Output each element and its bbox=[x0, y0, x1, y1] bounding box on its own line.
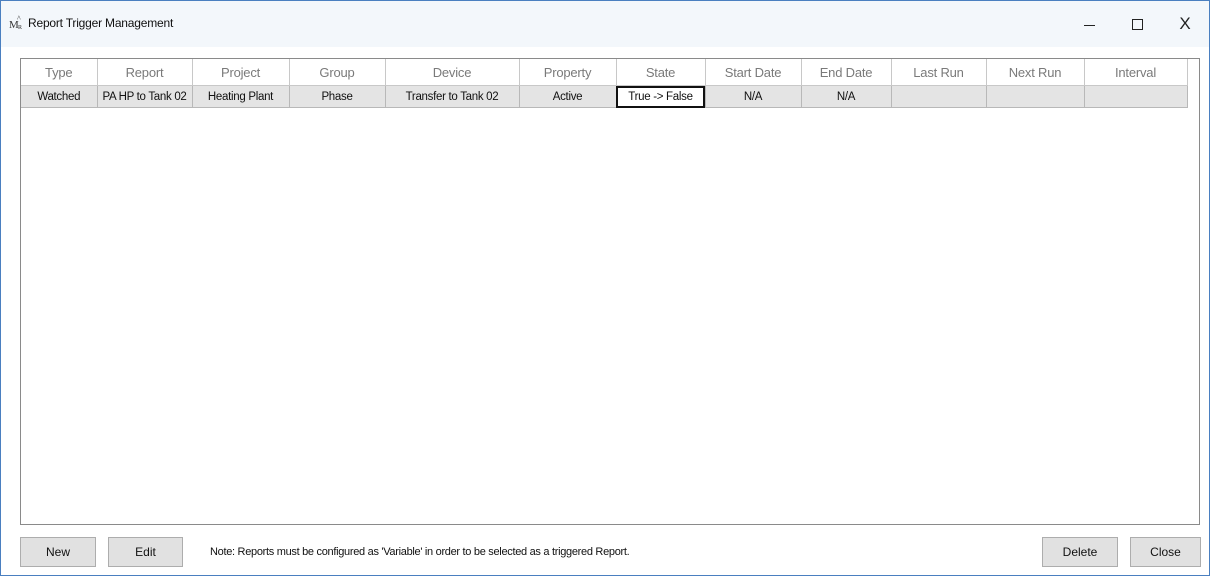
column-header-report[interactable]: Report bbox=[97, 59, 193, 86]
cell-end-date[interactable]: N/A bbox=[801, 85, 892, 108]
configuration-note: Note: Reports must be configured as 'Var… bbox=[210, 546, 630, 558]
column-header-start-date[interactable]: Start Date bbox=[705, 59, 802, 86]
header-row: Type Report Project Group Device Propert… bbox=[21, 59, 1188, 86]
triggers-table: Type Report Project Group Device Propert… bbox=[21, 59, 1188, 108]
column-header-interval[interactable]: Interval bbox=[1084, 59, 1188, 86]
cell-project[interactable]: Heating Plant bbox=[192, 85, 290, 108]
close-icon: X bbox=[1179, 14, 1191, 33]
title-bar[interactable]: M ^ R Report Trigger Management X bbox=[1, 1, 1209, 47]
column-header-end-date[interactable]: End Date bbox=[801, 59, 892, 86]
cell-next-run[interactable] bbox=[986, 85, 1085, 108]
column-header-group[interactable]: Group bbox=[289, 59, 386, 86]
cell-last-run[interactable] bbox=[891, 85, 987, 108]
delete-button[interactable]: Delete bbox=[1042, 537, 1118, 567]
new-button[interactable]: New bbox=[20, 537, 96, 567]
cell-interval[interactable] bbox=[1084, 85, 1188, 108]
column-header-state[interactable]: State bbox=[616, 59, 706, 86]
maximize-icon bbox=[1131, 18, 1143, 30]
cell-report[interactable]: PA HP to Tank 02 bbox=[97, 85, 193, 108]
cell-device[interactable]: Transfer to Tank 02 bbox=[385, 85, 520, 108]
cell-start-date[interactable]: N/A bbox=[705, 85, 802, 108]
triggers-grid[interactable]: Type Report Project Group Device Propert… bbox=[20, 58, 1200, 525]
column-header-next-run[interactable]: Next Run bbox=[986, 59, 1085, 86]
maximize-button[interactable] bbox=[1119, 11, 1155, 37]
cell-type[interactable]: Watched bbox=[21, 85, 98, 108]
minimize-button[interactable] bbox=[1071, 11, 1107, 37]
cell-state[interactable]: True -> False bbox=[616, 85, 706, 108]
table-row[interactable]: Watched PA HP to Tank 02 Heating Plant P… bbox=[21, 85, 1188, 108]
report-trigger-window: M ^ R Report Trigger Management X Type R… bbox=[0, 0, 1210, 576]
column-header-last-run[interactable]: Last Run bbox=[891, 59, 987, 86]
edit-button[interactable]: Edit bbox=[108, 537, 183, 567]
cell-property[interactable]: Active bbox=[519, 85, 617, 108]
column-header-property[interactable]: Property bbox=[519, 59, 617, 86]
column-header-device[interactable]: Device bbox=[385, 59, 520, 86]
cell-group[interactable]: Phase bbox=[289, 85, 386, 108]
app-logo-icon: M ^ R bbox=[9, 14, 23, 31]
column-header-type[interactable]: Type bbox=[21, 59, 98, 86]
minimize-icon bbox=[1083, 24, 1095, 26]
window-title: Report Trigger Management bbox=[28, 16, 174, 30]
column-header-project[interactable]: Project bbox=[192, 59, 290, 86]
close-button[interactable]: Close bbox=[1130, 537, 1201, 567]
close-window-button[interactable]: X bbox=[1167, 11, 1203, 37]
